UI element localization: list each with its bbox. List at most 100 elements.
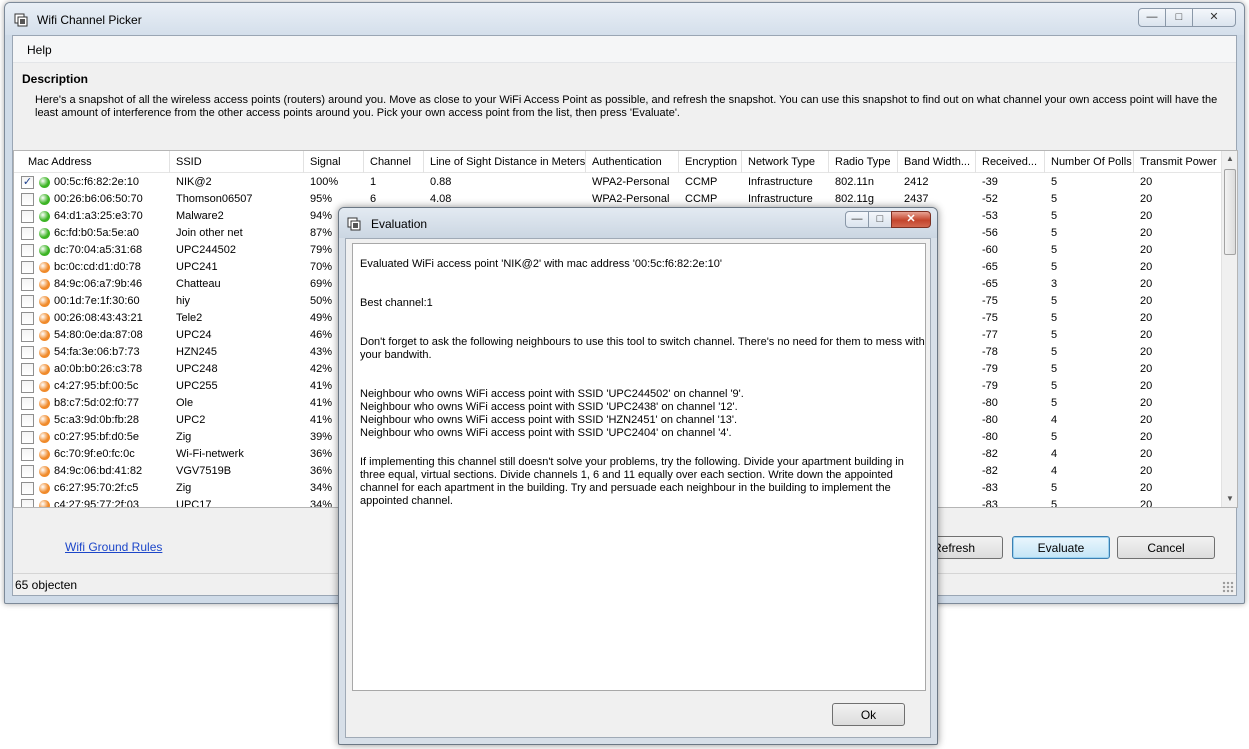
signal-status-icon: [39, 330, 50, 341]
column-header[interactable]: Line of Sight Distance in Meters: [424, 151, 586, 173]
row-checkbox[interactable]: [21, 295, 34, 308]
row-checkbox[interactable]: [21, 312, 34, 325]
column-header[interactable]: Encryption: [679, 151, 742, 173]
cell-ssid: UPC244502: [176, 244, 236, 256]
row-checkbox[interactable]: [21, 346, 34, 359]
row-checkbox[interactable]: [21, 261, 34, 274]
cell-power: 20: [1140, 397, 1153, 409]
cell-power: 20: [1140, 380, 1153, 392]
row-checkbox[interactable]: [21, 499, 34, 507]
cell-power: 20: [1140, 329, 1153, 341]
table-row[interactable]: ✓ 00:5c:f6:82:2e:10 NIK@2 100% 1 0.88 WPA2-Per…: [14, 174, 1223, 191]
dialog-close-button[interactable]: ✕: [891, 211, 931, 228]
cell-mac: 84:9c:06:bd:41:82: [54, 465, 143, 477]
cell-ssid: UPC17: [176, 499, 212, 508]
row-checkbox[interactable]: [21, 227, 34, 240]
row-checkbox[interactable]: [21, 278, 34, 291]
cell-mac: 5c:a3:9d:0b:fb:28: [54, 414, 140, 426]
vertical-scrollbar[interactable]: ▲ ▼: [1221, 151, 1237, 507]
dialog-app-icon: [347, 217, 361, 231]
signal-status-icon: [39, 364, 50, 375]
minimize-button[interactable]: —: [1138, 8, 1166, 27]
column-header[interactable]: Transmit Power: [1134, 151, 1223, 173]
cell-radio: 802.11g: [835, 193, 874, 205]
row-checkbox[interactable]: [21, 431, 34, 444]
cell-received: -52: [982, 193, 998, 205]
cell-polls: 5: [1051, 363, 1058, 375]
row-checkbox[interactable]: [21, 414, 34, 427]
wifi-ground-rules-link[interactable]: Wifi Ground Rules: [65, 540, 162, 554]
row-checkbox[interactable]: [21, 465, 34, 478]
maximize-button[interactable]: □: [1165, 8, 1193, 27]
row-checkbox[interactable]: [21, 397, 34, 410]
cell-ssid: UPC24: [176, 329, 212, 341]
cell-polls: 5: [1051, 261, 1058, 273]
resize-grip-icon[interactable]: [1222, 581, 1234, 593]
dialog-maximize-button[interactable]: □: [868, 211, 892, 228]
cell-power: 20: [1140, 193, 1153, 205]
row-checkbox[interactable]: [21, 193, 34, 206]
status-text: 65 objecten: [15, 578, 78, 592]
cell-ssid: hiy: [176, 295, 191, 307]
signal-status-icon: [39, 194, 50, 205]
cell-nettype: Infrastructure: [748, 193, 813, 205]
dialog-minimize-button[interactable]: —: [845, 211, 869, 228]
cell-received: -65: [982, 261, 998, 273]
signal-status-icon: [39, 211, 50, 222]
evaluation-text[interactable]: Evaluated WiFi access point 'NIK@2' with…: [352, 243, 926, 691]
cell-power: 20: [1140, 499, 1153, 508]
dialog-client: Evaluated WiFi access point 'NIK@2' with…: [345, 238, 931, 738]
scroll-down-icon[interactable]: ▼: [1222, 491, 1237, 507]
cell-mac: 64:d1:a3:25:e3:70: [54, 210, 143, 222]
cell-power: 20: [1140, 244, 1153, 256]
cell-received: -80: [982, 431, 998, 443]
scroll-up-icon[interactable]: ▲: [1222, 151, 1237, 167]
signal-status-icon: [39, 262, 50, 273]
cell-received: -77: [982, 329, 998, 341]
row-checkbox[interactable]: [21, 448, 34, 461]
close-button[interactable]: ✕: [1192, 8, 1236, 27]
table-row[interactable]: 00:26:b6:06:50:70 Thomson06507 95% 6 4.08 WPA…: [14, 191, 1223, 208]
cell-received: -80: [982, 397, 998, 409]
scroll-thumb[interactable]: [1224, 169, 1236, 255]
ok-button[interactable]: Ok: [832, 703, 905, 726]
dialog-title-bar[interactable]: Evaluation — □ ✕: [339, 208, 937, 238]
evaluate-button[interactable]: Evaluate: [1012, 536, 1110, 559]
row-checkbox[interactable]: [21, 210, 34, 223]
column-header[interactable]: Band Width...: [898, 151, 976, 173]
caption-buttons: — □ ✕: [1138, 8, 1236, 27]
column-header[interactable]: Number Of Polls: [1045, 151, 1134, 173]
column-header[interactable]: Received...: [976, 151, 1045, 173]
menu-help[interactable]: Help: [27, 43, 52, 57]
cell-mac: bc:0c:cd:d1:d0:78: [54, 261, 141, 273]
app-icon: [14, 13, 28, 27]
cell-ssid: Wi-Fi-netwerk: [176, 448, 244, 460]
cell-ssid: UPC2: [176, 414, 206, 426]
cell-auth: WPA2-Personal: [592, 176, 670, 188]
column-header[interactable]: Signal: [304, 151, 364, 173]
column-header[interactable]: Authentication: [586, 151, 679, 173]
column-header[interactable]: Mac Address: [22, 151, 170, 173]
dialog-title: Evaluation: [371, 217, 428, 231]
row-checkbox[interactable]: ✓: [21, 176, 34, 189]
row-checkbox[interactable]: [21, 329, 34, 342]
description-text: Here's a snapshot of all the wireless ac…: [35, 94, 1218, 119]
row-checkbox[interactable]: [21, 380, 34, 393]
cell-received: -82: [982, 448, 998, 460]
cell-enc: CCMP: [685, 176, 718, 188]
cell-received: -53: [982, 210, 998, 222]
title-bar[interactable]: Wifi Channel Picker — □ ✕: [5, 3, 1244, 35]
column-header[interactable]: Radio Type: [829, 151, 898, 173]
cancel-button[interactable]: Cancel: [1117, 536, 1215, 559]
column-header[interactable]: Network Type: [742, 151, 829, 173]
row-checkbox[interactable]: [21, 482, 34, 495]
row-checkbox[interactable]: [21, 363, 34, 376]
row-checkbox[interactable]: [21, 244, 34, 257]
cell-polls: 4: [1051, 465, 1058, 477]
column-header[interactable]: Channel: [364, 151, 424, 173]
cell-polls: 4: [1051, 414, 1058, 426]
column-header[interactable]: SSID: [170, 151, 304, 173]
cell-mac: 54:80:0e:da:87:08: [54, 329, 143, 341]
cell-polls: 5: [1051, 244, 1058, 256]
neighbour-line: Neighbour who owns WiFi access point wit…: [360, 388, 744, 400]
